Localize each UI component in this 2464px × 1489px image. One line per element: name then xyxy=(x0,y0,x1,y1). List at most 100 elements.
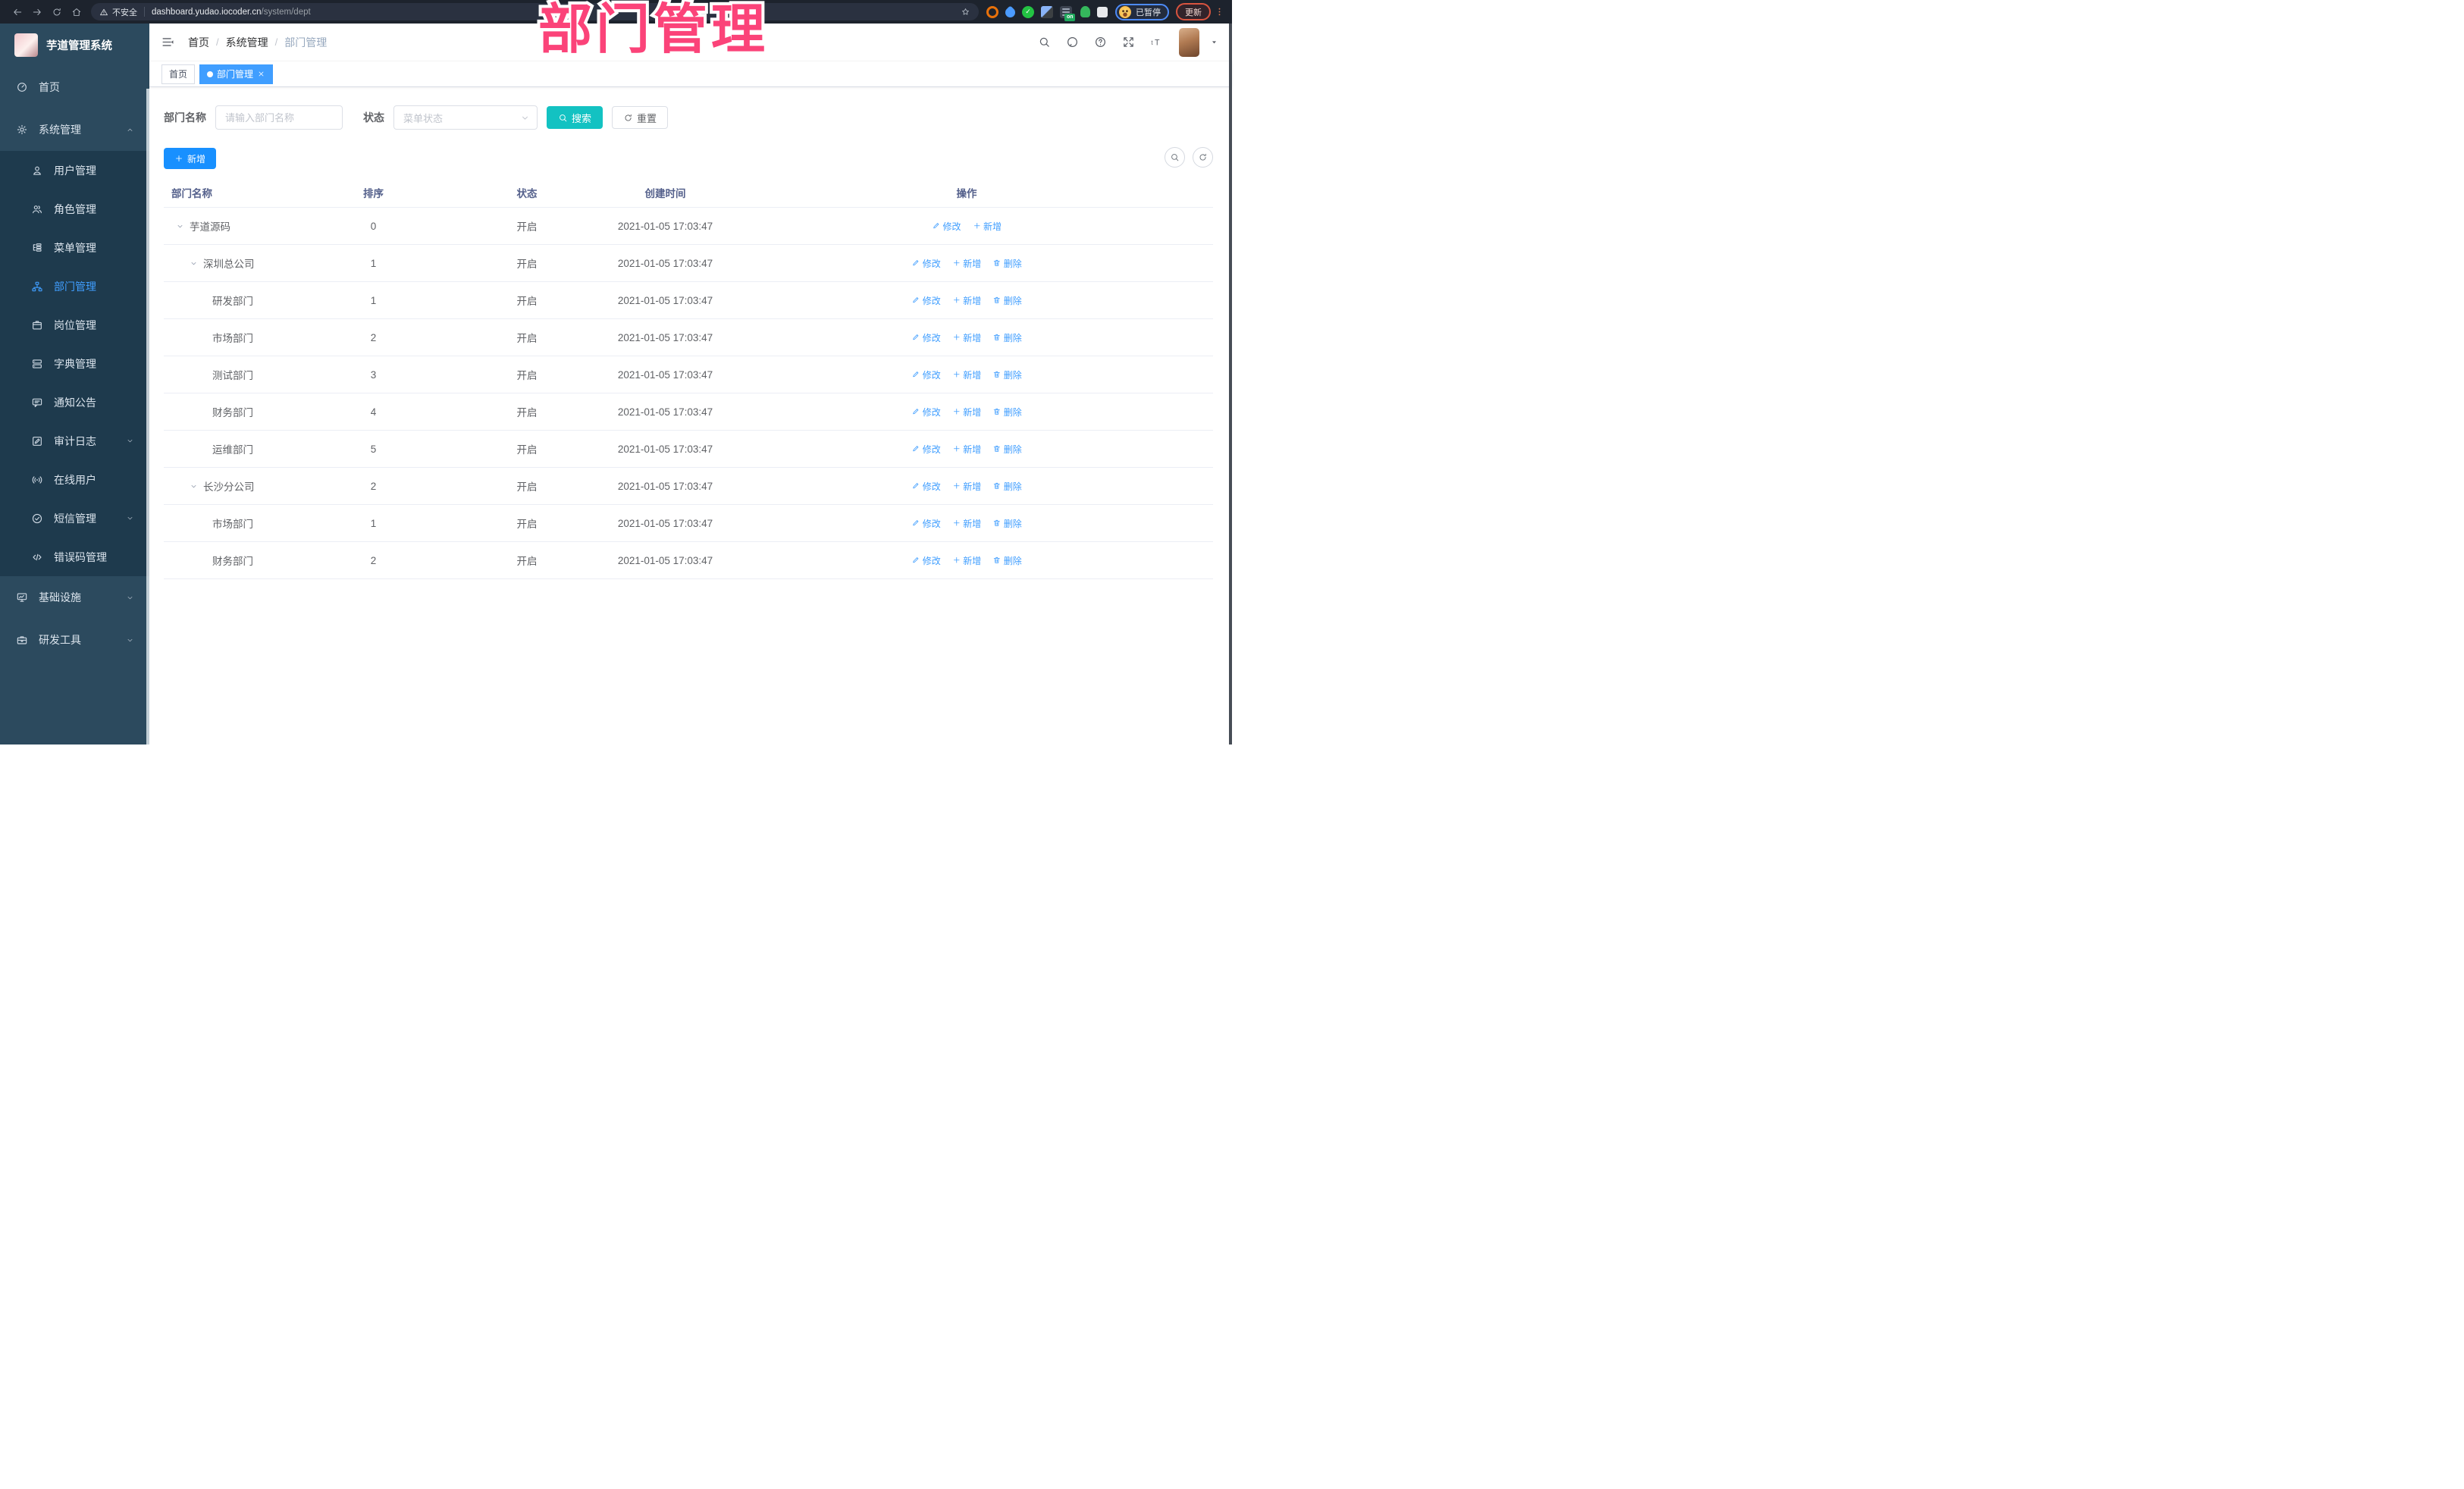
toggle-search-button[interactable] xyxy=(1165,147,1185,168)
search-icon[interactable] xyxy=(1034,33,1054,52)
browser-home-icon[interactable] xyxy=(67,2,86,22)
github-icon[interactable] xyxy=(1062,33,1082,52)
extension-icon-check[interactable]: ✓ xyxy=(1022,5,1034,18)
sidebar-item-notice-management[interactable]: 通知公告 xyxy=(0,383,149,422)
sidebar-item-user-management[interactable]: 用户管理 xyxy=(0,151,149,190)
breadcrumb-item-system-management[interactable]: 系统管理 xyxy=(226,35,268,50)
delete-icon xyxy=(992,259,1002,268)
plus-icon xyxy=(952,481,961,491)
fontsize-icon[interactable]: tT xyxy=(1146,33,1166,52)
sidebar-item-audit-log[interactable]: 审计日志 xyxy=(0,422,149,460)
sidebar-item-dev-tools[interactable]: 研发工具 xyxy=(0,619,149,661)
action-delete-link[interactable]: 删除 xyxy=(992,443,1022,456)
sidebar-item-menu-management[interactable]: 菜单管理 xyxy=(0,228,149,267)
status-select[interactable]: 菜单状态 xyxy=(393,105,538,130)
sidebar-logo[interactable]: 芋道管理系统 xyxy=(0,24,149,66)
action-edit-link[interactable]: 修改 xyxy=(911,480,941,493)
sidebar-item-infrastructure[interactable]: 基础设施 xyxy=(0,576,149,619)
sidebar: 芋道管理系统 首页 系统管理 用户管理 角色管理 菜单管理 部门管理 岗位管理 字典管理 通知公… xyxy=(0,24,149,744)
gear-icon xyxy=(16,124,28,136)
close-tab-icon[interactable] xyxy=(257,70,265,78)
action-edit-link[interactable]: 修改 xyxy=(911,294,941,307)
sidebar-item-home[interactable]: 首页 xyxy=(0,66,149,108)
hamburger-icon[interactable] xyxy=(161,35,175,49)
cell-status: 开启 xyxy=(516,444,538,456)
action-edit-link[interactable]: 修改 xyxy=(911,257,941,270)
cell-actions: 修改 新增 删除 xyxy=(720,294,1213,307)
action-add-link[interactable]: 新增 xyxy=(952,554,982,567)
bookmark-star-icon[interactable] xyxy=(961,7,970,17)
action-delete-link[interactable]: 删除 xyxy=(992,554,1022,567)
sidebar-item-error-code-management[interactable]: 错误码管理 xyxy=(0,538,149,576)
sidebar-item-online-users[interactable]: 在线用户 xyxy=(0,460,149,499)
browser-menu-icon[interactable] xyxy=(1214,7,1224,17)
user-avatar[interactable] xyxy=(1179,27,1199,57)
action-delete-link[interactable]: 删除 xyxy=(992,294,1022,307)
extension-icon-ring[interactable] xyxy=(986,5,998,18)
expand-row-icon[interactable] xyxy=(190,482,198,491)
action-label: 新增 xyxy=(963,555,982,566)
action-delete-link[interactable]: 删除 xyxy=(992,331,1022,344)
refresh-table-button[interactable] xyxy=(1193,147,1213,168)
browser-reload-icon[interactable] xyxy=(47,2,67,22)
expand-row-icon[interactable] xyxy=(176,222,184,230)
action-edit-link[interactable]: 修改 xyxy=(911,443,941,456)
breadcrumb-item-home[interactable]: 首页 xyxy=(188,35,209,50)
action-edit-link[interactable]: 修改 xyxy=(911,368,941,381)
action-delete-link[interactable]: 删除 xyxy=(992,517,1022,530)
action-add-link[interactable]: 新增 xyxy=(952,257,981,270)
action-add-link[interactable]: 新增 xyxy=(952,331,981,344)
reset-button[interactable]: 重置 xyxy=(612,106,669,129)
sidebar-item-dict-management[interactable]: 字典管理 xyxy=(0,344,149,383)
fullscreen-icon[interactable] xyxy=(1118,33,1138,52)
browser-back-icon[interactable] xyxy=(8,2,27,22)
sidebar-item-post-management[interactable]: 岗位管理 xyxy=(0,306,149,344)
action-label: 修改 xyxy=(922,295,941,306)
action-edit-link[interactable]: 修改 xyxy=(911,554,941,567)
tab-dept-management[interactable]: 部门管理 xyxy=(199,64,274,84)
browser-update-button[interactable]: 更新 xyxy=(1176,3,1211,20)
action-add-link[interactable]: 新增 xyxy=(952,368,981,381)
action-edit-link[interactable]: 修改 xyxy=(911,331,941,344)
dept-name-input[interactable] xyxy=(215,105,343,130)
action-add-link[interactable]: 新增 xyxy=(952,406,981,418)
tab-home[interactable]: 首页 xyxy=(161,64,196,84)
extension-icon-stack[interactable]: on xyxy=(1060,5,1075,21)
action-add-link[interactable]: 新增 xyxy=(952,443,981,456)
sidebar-item-role-management[interactable]: 角色管理 xyxy=(0,190,149,228)
browser-profile-chip[interactable]: 已暂停 xyxy=(1115,3,1169,20)
extension-icon-squares[interactable] xyxy=(1041,5,1053,18)
extensions-puzzle-icon[interactable] xyxy=(1097,7,1108,17)
url-host: dashboard.yudao.iocoder.cn xyxy=(152,7,262,17)
question-icon[interactable] xyxy=(1090,33,1110,52)
browser-scrollbar[interactable] xyxy=(1229,24,1232,744)
sidebar-item-system-management[interactable]: 系统管理 xyxy=(0,108,149,151)
action-delete-link[interactable]: 删除 xyxy=(992,257,1022,270)
action-edit-link[interactable]: 修改 xyxy=(911,406,941,418)
caret-down-icon[interactable] xyxy=(1210,38,1218,46)
search-button[interactable]: 搜索 xyxy=(547,106,603,129)
expand-row-icon[interactable] xyxy=(190,259,198,268)
sidebar-item-label: 研发工具 xyxy=(39,634,81,646)
action-add-link[interactable]: 新增 xyxy=(952,480,981,493)
action-delete-link[interactable]: 删除 xyxy=(992,480,1022,493)
action-delete-link[interactable]: 删除 xyxy=(992,406,1022,418)
sidebar-item-dept-management[interactable]: 部门管理 xyxy=(0,267,149,306)
action-add-link[interactable]: 新增 xyxy=(973,220,1002,233)
browser-forward-icon[interactable] xyxy=(27,2,47,22)
extension-icon-figure[interactable] xyxy=(1080,6,1090,17)
action-add-link[interactable]: 新增 xyxy=(952,294,981,307)
action-edit-link[interactable]: 修改 xyxy=(911,517,941,530)
sidebar-item-label: 基础设施 xyxy=(39,591,81,603)
action-add-link[interactable]: 新增 xyxy=(952,517,981,530)
sidebar-item-sms-management[interactable]: 短信管理 xyxy=(0,499,149,538)
cell-dept-name: 运维部门 xyxy=(164,441,303,456)
address-bar[interactable]: 不安全 dashboard.yudao.iocoder.cn/system/de… xyxy=(91,3,979,20)
action-edit-link[interactable]: 修改 xyxy=(932,220,961,233)
action-delete-link[interactable]: 删除 xyxy=(992,368,1022,381)
add-button[interactable]: 新增 xyxy=(164,148,217,169)
sidebar-item-label: 短信管理 xyxy=(54,512,96,525)
tags-view-bar: 首页 部门管理 xyxy=(149,61,1232,87)
extension-icon-drop[interactable] xyxy=(1003,5,1017,20)
security-chip[interactable]: 不安全 xyxy=(99,6,137,18)
